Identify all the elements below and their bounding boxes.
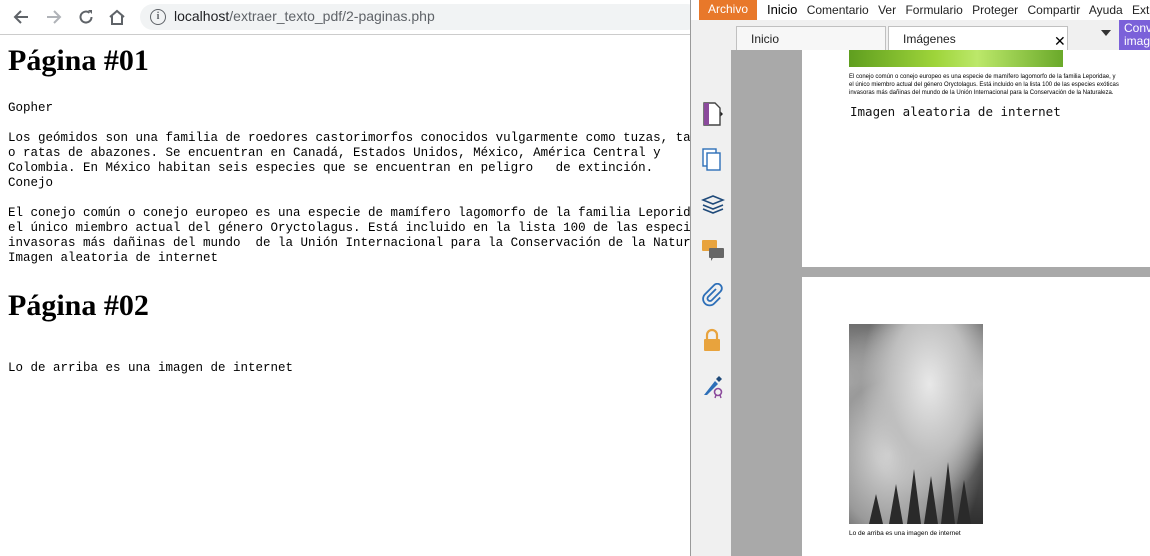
document-view[interactable]: El conejo común o conejo europeo es una … <box>731 50 1150 556</box>
sign-icon[interactable] <box>701 375 725 399</box>
heading-page-2: Página #02 <box>8 289 149 322</box>
menu-extra[interactable]: Extra <box>1132 3 1150 17</box>
menu-ver[interactable]: Ver <box>878 3 896 17</box>
comments-icon[interactable] <box>701 238 725 262</box>
page-icon[interactable] <box>701 102 725 126</box>
home-icon[interactable] <box>105 5 129 29</box>
side-panel <box>691 50 732 556</box>
layers-icon[interactable] <box>700 194 726 218</box>
info-icon[interactable]: i <box>150 9 166 25</box>
menu-archivo[interactable]: Archivo <box>699 0 757 20</box>
pdf-viewer-window: Archivo Inicio Comentario Ver Formulario… <box>690 0 1150 556</box>
url-host: localhost <box>174 8 230 24</box>
menu-items: Inicio Comentario Ver Formulario Protege… <box>767 2 1150 17</box>
back-icon[interactable] <box>9 5 33 29</box>
tab-list-dropdown-icon[interactable] <box>1101 30 1111 36</box>
lock-icon[interactable] <box>701 328 725 352</box>
pdf-small-text-l2: el único miembro actual del género Oryct… <box>849 82 1119 88</box>
pdf-page2-caption: Lo de arriba es una imagen de internet <box>849 530 961 537</box>
para2-line1: El conejo común o conejo europeo es una … <box>8 206 698 220</box>
text-conejo: Conejo <box>8 176 54 190</box>
text-lo-de-arriba: Lo de arriba es una imagen de internet <box>8 361 294 375</box>
menu-bar: Archivo Inicio Comentario Ver Formulario… <box>691 0 1150 20</box>
menu-inicio[interactable]: Inicio <box>767 2 797 17</box>
menu-compartir[interactable]: Compartir <box>1028 3 1081 17</box>
menu-ayuda[interactable]: Ayuda <box>1089 3 1123 17</box>
pdf-forest-image <box>849 324 983 524</box>
text-gopher: Gopher <box>8 101 54 115</box>
forward-icon[interactable] <box>42 5 66 29</box>
tab-inicio[interactable]: Inicio <box>736 26 886 50</box>
menu-formulario[interactable]: Formulario <box>905 3 962 17</box>
url-text[interactable]: localhost/extraer_texto_pdf/2-paginas.ph… <box>174 8 435 24</box>
text-imagen-aleatoria: Imagen aleatoria de internet <box>8 251 219 265</box>
pdf-small-text-l1: El conejo común o conejo europeo es una … <box>849 74 1116 80</box>
pdf-page-2: Lo de arriba es una imagen de internet <box>802 277 1150 556</box>
para2-line2: el único miembro actual del género Oryct… <box>8 221 698 235</box>
pdf-page-1: El conejo común o conejo europeo es una … <box>802 50 1150 267</box>
pdf-page1-caption: Imagen aleatoria de internet <box>850 104 1061 119</box>
para2-line3: invasoras más dañinas del mundo de la Un… <box>8 236 698 250</box>
page-content: Página #01 Gopher Los geómidos son una f… <box>8 34 698 554</box>
menu-comentario[interactable]: Comentario <box>807 3 869 17</box>
tab-bar: Inicio Imágenes ✕ <box>691 20 1150 51</box>
convert-label-line2: imag <box>1124 34 1150 48</box>
heading-page-1: Página #01 <box>8 44 149 77</box>
url-path: /extraer_texto_pdf/2-paginas.php <box>229 8 435 24</box>
convert-image-button[interactable]: Conv imag <box>1119 20 1150 50</box>
tab-imagenes[interactable]: Imágenes <box>888 26 1068 50</box>
menu-proteger[interactable]: Proteger <box>972 3 1018 17</box>
para1-line3: Colombia. En México habitan seis especie… <box>8 161 654 175</box>
pdf-small-text-l3: invasoras más dañinas del mundo de la Un… <box>849 90 1114 96</box>
pdf-image-top <box>849 50 1063 67</box>
attachment-icon[interactable] <box>701 282 725 307</box>
pages-icon[interactable] <box>701 148 725 172</box>
reload-icon[interactable] <box>74 5 98 29</box>
close-tab-icon[interactable]: ✕ <box>1054 33 1066 50</box>
para1-line2: o ratas de abazones. Se encuentran en Ca… <box>8 146 661 160</box>
para1-line1: Los geómidos son una familia de roedores… <box>8 131 698 145</box>
